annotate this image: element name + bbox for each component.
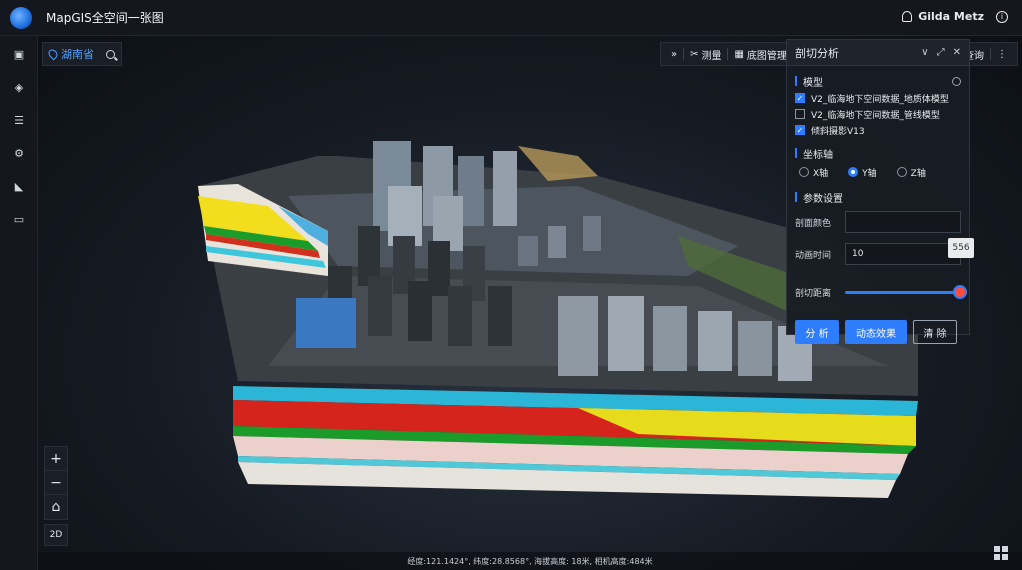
toolbar-more-button[interactable]: ⋮: [991, 48, 1013, 60]
distance-tooltip: 556: [948, 238, 974, 258]
model-checkbox[interactable]: [795, 109, 805, 119]
close-icon[interactable]: ✕: [953, 47, 961, 58]
panel-actions: 分 析 动态效果 清 除: [787, 320, 969, 344]
double-chevron-icon: »: [670, 48, 678, 60]
status-bar: 经度:121.1424°, 纬度:28.8568°, 海拔高度: 18米, 相机…: [38, 552, 1022, 570]
user-menu[interactable]: Gilda Metz: [902, 10, 984, 23]
toolbar-basemap-button[interactable]: ▦ 底图管理: [728, 48, 794, 62]
model-item[interactable]: V2_临海地下空间数据_管线模型: [787, 106, 969, 122]
top-bar: MapGIS全空间一张图 Gilda Metz i: [0, 0, 1022, 36]
grid-icon: ▦: [734, 48, 744, 60]
location-selector[interactable]: 湖南省: [42, 42, 122, 66]
building: [608, 296, 644, 371]
slider-handle[interactable]: [953, 284, 967, 299]
monitor-icon[interactable]: ▭: [0, 203, 38, 236]
building: [583, 216, 601, 251]
left-sidebar: ▣ ◈ ☰ ⚙ ◣ ▭: [0, 36, 38, 570]
building: [448, 286, 472, 346]
model-checkbox[interactable]: ✓: [795, 125, 805, 135]
user-name: Gilda Metz: [918, 10, 984, 23]
info-icon[interactable]: i: [996, 11, 1008, 23]
more-icon: ⋮: [997, 48, 1007, 60]
ruler-icon: ✂: [690, 48, 699, 60]
zoom-out-button[interactable]: −: [45, 471, 67, 495]
params-section-header: 参数设置: [787, 188, 969, 206]
model-item[interactable]: ✓ 倾斜摄影V13: [787, 122, 969, 138]
building: [653, 306, 687, 371]
location-label: 湖南省: [61, 48, 94, 61]
building: [408, 281, 432, 341]
panel-header: 剖切分析 ∨ ⤢ ✕: [787, 40, 969, 66]
analyze-button[interactable]: 分 析: [795, 320, 839, 344]
view-mode-2d-button[interactable]: 2D: [44, 524, 68, 546]
collapse-icon[interactable]: ∨: [921, 47, 928, 58]
help-icon[interactable]: [952, 76, 961, 86]
model-item[interactable]: ✓ V2_临海地下空间数据_地质体模型: [787, 90, 969, 106]
axis-section-header: 坐标轴: [787, 144, 969, 162]
building: [558, 296, 598, 376]
zoom-in-button[interactable]: +: [45, 447, 67, 471]
home-button[interactable]: ⌂: [45, 495, 67, 519]
search-icon[interactable]: [106, 49, 115, 59]
clear-button[interactable]: 清 除: [913, 320, 957, 344]
panel-title: 剖切分析: [795, 46, 839, 60]
app-logo: [10, 6, 32, 29]
axis-z-radio[interactable]: [896, 167, 907, 177]
animation-time-input[interactable]: 10: [845, 243, 961, 265]
pin-icon: [46, 47, 60, 61]
axis-y-radio[interactable]: [848, 167, 859, 177]
section-analysis-panel: 剖切分析 ∨ ⤢ ✕ 模型 ✓ V2_临海地下空间数据_地质体模型 V2_临海地…: [786, 39, 970, 344]
toolbar-collapse-button[interactable]: »: [665, 48, 685, 60]
section-distance-row: 剖切距离: [787, 280, 969, 304]
building-blue: [296, 298, 356, 348]
building: [493, 151, 517, 226]
user-icon: [902, 11, 913, 22]
grid-view-icon[interactable]: [994, 546, 1008, 560]
building: [738, 321, 772, 376]
animation-time-row: 动画时间 10: [787, 242, 969, 266]
building: [518, 236, 538, 266]
model-checkbox[interactable]: ✓: [795, 93, 805, 103]
flag-icon[interactable]: ◣: [0, 170, 38, 203]
cube-icon[interactable]: ▣: [0, 38, 38, 71]
fullscreen-icon[interactable]: ⤢: [937, 47, 945, 58]
toolbar-measure-button[interactable]: ✂ 测量: [684, 48, 729, 62]
model-section-header: 模型: [787, 72, 969, 90]
app-title: MapGIS全空间一张图: [46, 11, 164, 25]
axis-x-radio[interactable]: [799, 167, 809, 177]
section-color-row: 剖面颜色: [787, 210, 969, 234]
distance-slider[interactable]: [845, 284, 967, 299]
section-color-input[interactable]: [845, 211, 961, 233]
layers-icon[interactable]: ◈: [0, 71, 38, 104]
animate-button[interactable]: 动态效果: [845, 320, 907, 344]
building: [368, 276, 392, 336]
axis-radio-group: X轴 Y轴 Z轴: [787, 162, 969, 182]
zoom-controls: + − ⌂: [44, 446, 68, 520]
analysis-icon[interactable]: ⚙: [0, 137, 38, 170]
building: [698, 311, 732, 371]
building: [548, 226, 566, 258]
building: [488, 286, 512, 346]
list-icon[interactable]: ☰: [0, 104, 38, 137]
